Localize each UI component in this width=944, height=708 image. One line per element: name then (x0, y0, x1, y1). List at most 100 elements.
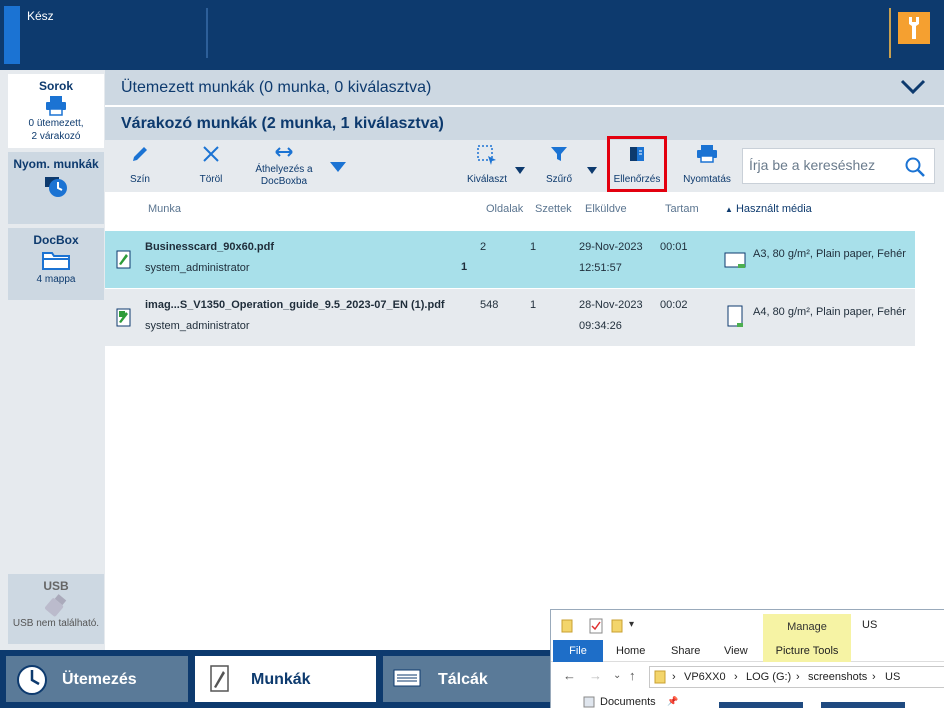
column-header-tartam[interactable]: Tartam (665, 203, 699, 215)
tab-share[interactable]: Share (671, 645, 700, 657)
properties-icon[interactable] (589, 618, 603, 639)
select-button-label: Kiválaszt (466, 174, 507, 185)
tab-utemezes[interactable]: Ütemezés (6, 656, 188, 702)
scheduled-jobs-header[interactable]: Ütemezett munkák (0 munka, 0 kiválasztva… (105, 70, 944, 105)
move-button-label-2: DocBoxba (260, 176, 308, 187)
chevron-down-icon[interactable] (900, 78, 926, 101)
tab-utemezes-label: Ütemezés (62, 671, 137, 688)
tab-view[interactable]: View (724, 645, 748, 657)
tab-munkak[interactable]: Munkák (195, 656, 376, 702)
print-button[interactable]: Nyomtatás (681, 144, 733, 185)
more-dropdown-icon[interactable] (329, 160, 347, 178)
address-bar[interactable]: › VP6XX0 › LOG (G:) › screenshots › US (649, 666, 944, 688)
breadcrumb-item[interactable]: US (885, 671, 900, 683)
highlight-frame (607, 136, 667, 192)
table-row[interactable]: imag...S_V1350_Operation_guide_9.5_2023-… (105, 289, 915, 346)
job-sets: 1 (530, 299, 537, 311)
search-box[interactable] (742, 148, 935, 184)
tab-file[interactable]: File (553, 640, 603, 662)
explorer-ribbon: File Home Share View Picture Tools (551, 640, 944, 662)
sorok-waiting-count: 2 várakozó (31, 131, 81, 142)
column-header-szettek[interactable]: Szettek (535, 203, 572, 215)
job-date: 29-Nov-2023 (579, 241, 643, 253)
thumbnail[interactable] (821, 702, 905, 708)
column-header-oldalak[interactable]: Oldalak (486, 203, 523, 215)
breadcrumb-separator: › (872, 671, 876, 683)
manage-tab[interactable]: Manage (763, 614, 851, 640)
job-name: Businesscard_90x60.pdf (145, 241, 275, 253)
folder-icon (654, 670, 666, 687)
breadcrumb-item[interactable]: LOG (G:) (746, 671, 791, 683)
status-text: Kész (27, 9, 54, 23)
column-header-munka[interactable]: Munka (148, 203, 181, 215)
delete-button[interactable]: Töröl (195, 144, 227, 185)
explorer-title: US (862, 619, 878, 631)
move-button-label-1: Áthelyezés a (255, 164, 313, 175)
forward-arrow-icon[interactable]: → (589, 668, 602, 683)
filter-button[interactable]: Szűrő (541, 144, 577, 185)
scheduled-jobs-title: Ütemezett munkák (0 munka, 0 kiválasztva… (121, 79, 432, 96)
folder-icon (8, 249, 104, 273)
sidebar-item-label: USB (43, 579, 69, 593)
job-time: 09:34:26 (579, 320, 622, 332)
sidebar-item-nyom-munkak[interactable]: Nyom. munkák (8, 152, 104, 224)
job-duration: 00:02 (660, 299, 688, 311)
clock-icon (16, 664, 48, 701)
sidebar-item-usb[interactable]: USB USB nem található. (8, 574, 104, 644)
breadcrumb-item[interactable]: screenshots (808, 671, 867, 683)
top-status-bar: Kész (0, 0, 944, 70)
job-copies-badge: 1 (461, 261, 468, 273)
tab-talcak[interactable]: Tálcák (383, 656, 568, 702)
printer-icon (697, 145, 717, 163)
tab-munkak-label: Munkák (251, 671, 311, 688)
wrench-icon[interactable] (898, 12, 930, 44)
pdf-document-icon (116, 250, 132, 275)
main-area: Ütemezett munkák (0 munka, 0 kiválasztva… (105, 70, 944, 650)
top-divider (206, 8, 208, 58)
top-divider-right (889, 8, 891, 58)
portrait-paper-icon (726, 305, 746, 334)
sidebar-item-docbox[interactable]: DocBox 4 mappa (8, 228, 104, 300)
table-row[interactable]: Businesscard_90x60.pdf system_administra… (105, 231, 915, 288)
move-to-docbox-button[interactable]: Áthelyezés a DocBoxba (249, 144, 319, 188)
filter-dropdown-icon[interactable] (587, 162, 597, 180)
select-button[interactable]: Kiválaszt (465, 144, 509, 185)
usb-status: USB nem található. (12, 618, 100, 629)
sidebar-item-sorok[interactable]: Sorok 0 ütemezett, 2 várakozó (8, 74, 104, 148)
close-icon (203, 146, 219, 162)
job-duration: 00:01 (660, 241, 688, 253)
column-header-media[interactable]: ▲ Használt média (725, 203, 812, 215)
usb-icon (8, 593, 104, 617)
search-icon[interactable] (904, 156, 926, 183)
thumbnail[interactable] (719, 702, 803, 708)
landscape-paper-icon (724, 251, 748, 274)
column-header-elkuldve[interactable]: Elküldve (585, 203, 627, 215)
recent-dropdown-icon[interactable]: ⌄ (613, 670, 621, 681)
job-date: 28-Nov-2023 (579, 299, 643, 311)
tab-home[interactable]: Home (616, 645, 645, 657)
select-dropdown-icon[interactable] (515, 162, 525, 180)
job-media: A3, 80 g/m², Plain paper, Fehér (753, 248, 906, 260)
printer-queue-icon (8, 95, 104, 117)
pin-icon[interactable]: 📌 (667, 696, 678, 707)
delete-button-label: Töröl (199, 174, 223, 185)
breadcrumb-item[interactable]: VP6XX0 (684, 671, 726, 683)
nav-item-documents[interactable]: Documents (600, 696, 656, 708)
job-sets: 1 (530, 241, 537, 253)
job-time: 12:51:57 (579, 262, 622, 274)
print-jobs-clock-icon (8, 173, 104, 204)
back-arrow-icon[interactable]: ← (563, 668, 576, 683)
tab-picture-tools[interactable]: Picture Tools (763, 640, 851, 662)
select-icon (477, 145, 496, 165)
up-arrow-icon[interactable]: ↑ (629, 668, 636, 683)
pencil-icon (133, 147, 147, 161)
move-arrows-icon (275, 147, 293, 157)
color-button[interactable]: Szín (125, 144, 155, 185)
breadcrumb-separator: › (734, 671, 738, 683)
search-input[interactable] (749, 157, 899, 173)
job-pages: 2 (480, 241, 487, 253)
job-name: imag...S_V1350_Operation_guide_9.5_2023-… (145, 299, 445, 311)
new-folder-icon[interactable] (611, 619, 623, 638)
quick-access-dropdown-icon[interactable]: ▾ (629, 619, 634, 630)
sidebar-item-label: Nyom. munkák (13, 157, 99, 171)
